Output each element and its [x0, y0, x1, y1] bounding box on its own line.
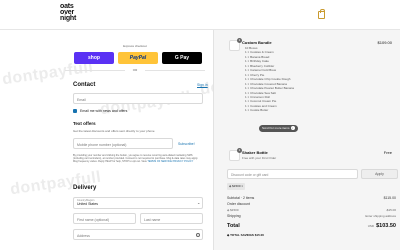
address-field[interactable]: Address	[73, 229, 203, 240]
product-name: Custom Bundle	[242, 40, 272, 45]
contact-heading: Contact	[73, 82, 96, 88]
shipping-row: Shipping Enter shipping address	[227, 214, 396, 218]
sign-in-link[interactable]: Sign in	[197, 83, 208, 87]
product-thumbnail: 1	[229, 148, 242, 161]
paypal-button[interactable]: PayPal	[118, 52, 158, 64]
apply-button[interactable]: Apply	[361, 169, 398, 179]
news-checkbox-label: Email me with news and offers	[80, 109, 128, 113]
logo[interactable]: oats over night	[60, 3, 76, 22]
text-offers-description: Get the latest discounts and offers sent…	[73, 129, 155, 133]
product-price: $109.00	[377, 40, 392, 45]
or-divider: OR	[60, 68, 210, 72]
terms-link[interactable]: TERMS OF SERVICE	[147, 160, 172, 163]
order-summary: 1 Custom Bundle $109.00 10 Boxes 1 × Coo…	[213, 30, 400, 250]
chevron-down-icon: ⌄	[197, 200, 201, 205]
product-name: Shaker Bottle	[242, 150, 268, 155]
subscribe-button[interactable]: Subscribe!	[178, 142, 195, 146]
order-discount-row: Order discount	[227, 202, 250, 206]
last-name-field[interactable]: Last name	[140, 213, 203, 224]
discount-code-field[interactable]: Discount code or gift card	[227, 169, 358, 179]
product-price: Free	[383, 150, 392, 155]
delivery-heading: Delivery	[73, 185, 97, 191]
shop-pay-button[interactable]: shop	[74, 52, 114, 64]
first-name-field[interactable]: First name (optional)	[73, 213, 136, 224]
product-thumbnail: 1	[229, 38, 242, 51]
text-offers-heading: Text offers	[73, 121, 96, 126]
total-savings: ◈ TOTAL SAVINGS $15.00	[227, 233, 264, 237]
search-icon	[196, 233, 200, 237]
email-field[interactable]: Email	[73, 93, 203, 104]
arrow-down-icon: ↓	[290, 126, 295, 130]
header: oats over night	[0, 0, 400, 30]
scroll-hint-button[interactable]: Scroll for more items ↓	[259, 125, 298, 132]
bundle-items-list: 10 Boxes 1 × Cookies & Cream 1 × Banana …	[245, 46, 294, 113]
subtotal-row: Subtotal · 2 items $115.00	[227, 196, 396, 200]
news-checkbox[interactable]	[73, 109, 77, 113]
privacy-link[interactable]: PRIVACY POLICY	[173, 160, 194, 163]
shopping-bag-icon[interactable]	[318, 9, 325, 19]
google-pay-button[interactable]: G Pay	[162, 52, 202, 64]
checkout-form: Express checkout shop PayPal G Pay OR Co…	[0, 30, 213, 250]
country-select[interactable]: Country/Region United States	[73, 197, 203, 209]
product-subtitle: Free with your First Order	[242, 156, 277, 160]
applied-discount-chip[interactable]: ◈ $1500 ×	[227, 183, 246, 190]
discount-code-row: ◈ $1500 -$15.00	[227, 208, 396, 212]
total-row: Total USD $103.50	[227, 223, 396, 229]
express-checkout-label: Express checkout	[123, 44, 147, 48]
phone-field[interactable]: Mobile phone number (optional)	[73, 138, 173, 149]
sms-legal-text: By providing your number and clicking th…	[73, 154, 199, 164]
close-icon[interactable]: ×	[241, 184, 243, 188]
